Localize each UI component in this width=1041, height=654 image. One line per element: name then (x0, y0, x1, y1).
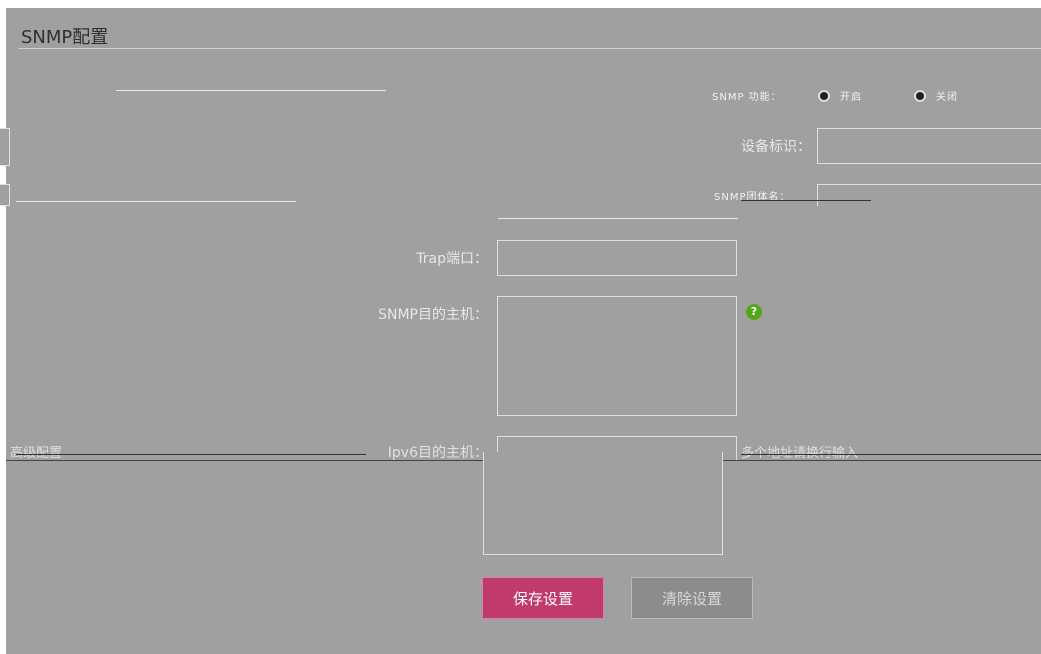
left-glitch-box (0, 128, 10, 166)
device-id-label: 设备标识： (741, 139, 811, 155)
title-divider (18, 48, 1041, 49)
snmp-target-label: SNMP目的主机： (378, 307, 488, 323)
extra-hosts-textarea[interactable] (483, 452, 723, 555)
help-icon[interactable]: ? (746, 304, 762, 320)
device-id-input[interactable] (817, 128, 1041, 164)
glitch-line-2 (16, 201, 296, 202)
trap-port-label: Trap端口： (416, 251, 488, 267)
reset-button[interactable]: 清除设置 (631, 577, 753, 619)
left-glitch-box-2 (0, 184, 10, 206)
page-title: SNMP配置 (21, 27, 109, 48)
glitch-line-6 (741, 454, 1041, 455)
snmp-switch-label: SNMP 功能： (712, 92, 782, 103)
snmp-off-label: 关闭 (936, 92, 958, 103)
glitch-line-5 (16, 454, 366, 455)
trap-port-input[interactable] (497, 240, 737, 276)
left-hint-label: 高级配置 (10, 446, 63, 461)
glitch-line-3 (741, 200, 871, 201)
snmp-community-input[interactable] (817, 184, 1041, 206)
snmp-target-textarea[interactable] (497, 296, 737, 416)
snmp-on-radio[interactable] (818, 90, 830, 102)
save-button[interactable]: 保存设置 (482, 577, 604, 619)
extra-hint-text: 多个地址请换行输入 (741, 446, 859, 461)
extra-hosts-label: Ipv6目的主机： (387, 445, 488, 461)
snmp-on-label: 开启 (840, 92, 862, 103)
snmp-off-radio[interactable] (914, 90, 926, 102)
glitch-line (116, 90, 386, 91)
glitch-line-4 (498, 218, 738, 219)
snmp-config-panel: SNMP配置 SNMP 功能： 开启 关闭 设备标识： SNMP团体名： Tra… (0, 8, 1041, 654)
